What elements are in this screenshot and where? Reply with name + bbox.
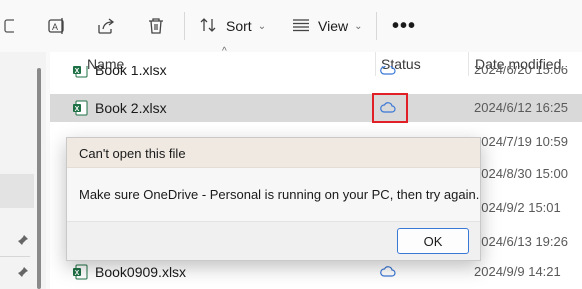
file-explorer-window: A Sort ⌄ View ⌄ ••• ^ Name Status Date m… <box>0 0 582 289</box>
delete-icon[interactable] <box>147 12 165 40</box>
pin-icon <box>17 234 29 249</box>
file-name: Book 1.xlsx <box>95 66 167 78</box>
vertical-scrollbar[interactable] <box>37 68 41 289</box>
more-options-button[interactable]: ••• <box>392 12 416 40</box>
file-date: 2024/7/19 10:59 <box>474 134 568 149</box>
sort-label: Sort <box>226 18 252 34</box>
cloud-icon <box>380 66 396 75</box>
share-icon[interactable] <box>96 12 116 40</box>
table-row[interactable]: X Book 1.xlsx 2024/6/20 15:06 <box>50 66 582 80</box>
chevron-down-icon: ⌄ <box>354 20 363 32</box>
svg-text:X: X <box>75 68 80 75</box>
file-date: 2024/8/30 15:00 <box>474 166 568 181</box>
table-row[interactable]: X Book0909.xlsx 2024/9/9 14:21 <box>50 258 582 286</box>
svg-text:X: X <box>75 270 80 277</box>
table-row[interactable]: X Book 2.xlsx 2024/6/12 16:25 <box>50 94 582 122</box>
svg-text:X: X <box>75 106 80 113</box>
dialog-title: Can't open this file <box>79 146 186 161</box>
dialog-footer: OK <box>67 221 480 260</box>
excel-file-icon: X <box>73 264 88 280</box>
file-date: 2024/6/20 15:06 <box>474 66 568 77</box>
nav-selected-item[interactable] <box>0 174 34 208</box>
nav-divider <box>0 256 30 257</box>
error-dialog: Can't open this file Make sure OneDrive … <box>66 137 481 261</box>
cloud-icon <box>380 266 396 277</box>
sort-icon <box>200 17 218 36</box>
pin-icon <box>17 266 29 281</box>
ok-button[interactable]: OK <box>397 228 469 254</box>
rename-icon[interactable]: A <box>47 12 67 40</box>
sort-button[interactable]: Sort ⌄ <box>200 12 266 40</box>
toolbar-divider <box>376 12 377 40</box>
copy-icon[interactable] <box>4 12 14 40</box>
file-name: Book0909.xlsx <box>95 264 187 280</box>
dialog-message: Make sure OneDrive - Personal is running… <box>79 187 480 202</box>
file-date: 2024/9/9 14:21 <box>474 264 561 279</box>
view-label: View <box>318 18 349 34</box>
view-button[interactable]: View ⌄ <box>292 12 362 40</box>
dialog-title-bar: Can't open this file <box>67 138 480 168</box>
file-date: 2024/6/12 16:25 <box>474 100 568 115</box>
view-icon <box>292 18 310 35</box>
file-date: 2024/9/2 15:01 <box>474 200 561 215</box>
status-highlight-box <box>372 93 408 123</box>
excel-file-icon: X <box>73 66 88 78</box>
file-name: Book 2.xlsx <box>95 100 167 116</box>
chevron-down-icon: ⌄ <box>257 20 267 32</box>
sort-ascending-icon: ^ <box>222 46 227 57</box>
file-date: 2024/6/13 19:26 <box>474 234 568 249</box>
command-bar: A Sort ⌄ View ⌄ ••• <box>0 0 582 52</box>
toolbar-divider <box>184 12 185 40</box>
svg-text:A: A <box>52 22 58 32</box>
excel-file-icon: X <box>73 100 88 116</box>
